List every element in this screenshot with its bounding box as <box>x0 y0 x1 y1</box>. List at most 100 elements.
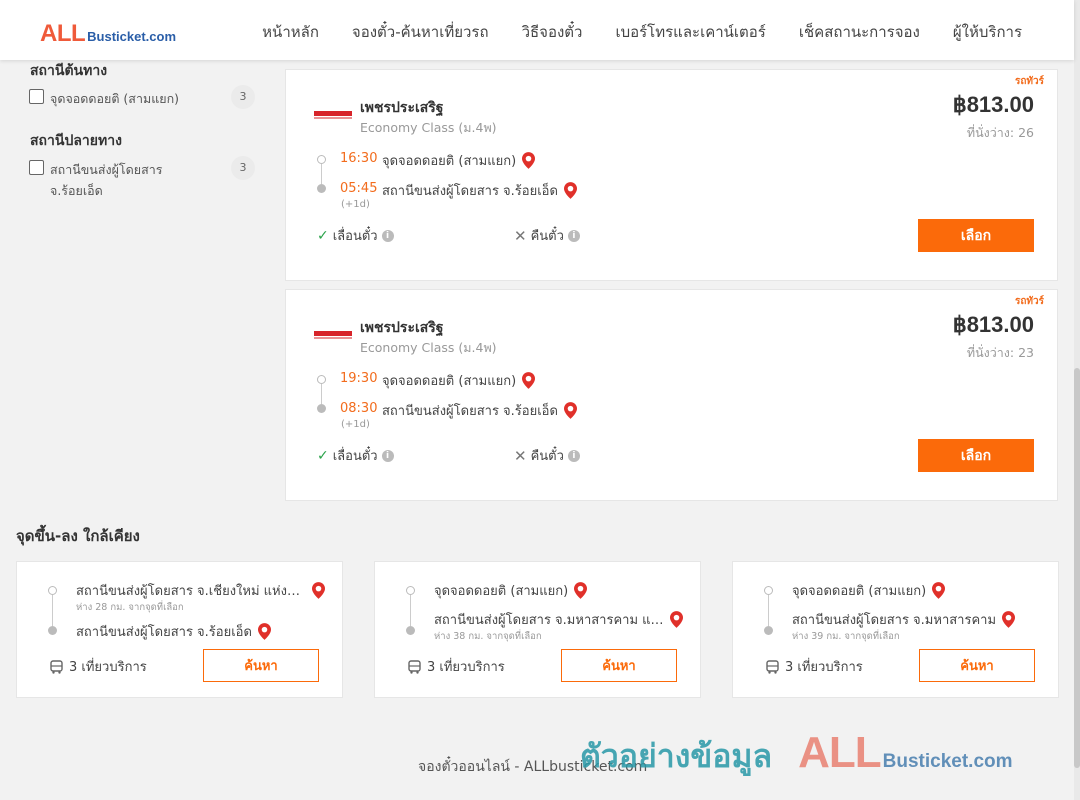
reschedule-label: เลื่อนตั๋ว <box>332 449 378 464</box>
nearby-trip-count-label: 3 เที่ยวบริการ <box>785 660 863 675</box>
logo-all-text: ALL <box>40 20 86 47</box>
map-pin-icon[interactable] <box>522 372 536 389</box>
nearby-search-button[interactable]: ค้นหา <box>561 649 677 682</box>
depart-stop: จุดจอดดอยติ (สามแยก) <box>382 150 536 171</box>
nearby-to-stop: สถานีขนส่งผู้โดยสาร จ.ร้อยเอ็ด <box>76 621 271 642</box>
arrive-stop: สถานีขนส่งผู้โดยสาร จ.ร้อยเอ็ด <box>382 180 577 201</box>
map-pin-icon[interactable] <box>574 582 588 599</box>
map-pin-icon[interactable] <box>932 582 946 599</box>
next-day-indicator: (+1d) <box>341 199 370 210</box>
info-icon[interactable]: i <box>381 229 394 242</box>
timeline-line <box>321 384 322 404</box>
nearby-to-name: สถานีขนส่งผู้โดยสาร จ.มหาสารคาม แห่งที่ … <box>434 613 664 628</box>
bus-icon <box>50 659 63 674</box>
reschedule-policy: ✓ เลื่อนตั๋ว i <box>317 225 394 246</box>
bus-class: Economy Class (ม.4พ) <box>360 340 497 355</box>
info-icon[interactable]: i <box>381 449 394 462</box>
watermark-thai-text: ตัวอย่างข้อมูล <box>580 737 773 775</box>
scrollbar-thumb[interactable] <box>1074 368 1080 768</box>
nav-book-search[interactable]: จองตั๋ว-ค้นหาเที่ยวรถ <box>352 20 489 44</box>
nearby-section-title: จุดขึ้น-ลง ใกล้เคียง <box>16 527 140 545</box>
nearby-search-button[interactable]: ค้นหา <box>919 649 1035 682</box>
site-logo[interactable]: ALL Busticket.com <box>40 20 176 48</box>
map-pin-icon[interactable] <box>312 582 325 599</box>
timeline-line <box>52 595 53 626</box>
timeline-end-dot <box>48 626 57 635</box>
select-trip-button[interactable]: เลือก <box>918 219 1034 252</box>
nearby-to-name: สถานีขนส่งผู้โดยสาร จ.ร้อยเอ็ด <box>76 625 252 640</box>
nearby-to-distance: ห่าง 39 กม. จากจุดที่เลือก <box>792 631 900 642</box>
operator-name: เพชรประเสริฐ <box>360 320 444 336</box>
arrive-stop: สถานีขนส่งผู้โดยสาร จ.ร้อยเอ็ด <box>382 400 577 421</box>
depart-time: 19:30 <box>340 371 378 386</box>
map-pin-icon[interactable] <box>522 152 536 169</box>
destination-option-count: 3 <box>231 156 255 180</box>
nav-phone-counters[interactable]: เบอร์โทรและเคาน์เตอร์ <box>615 20 765 44</box>
destination-checkbox[interactable] <box>29 160 44 175</box>
origin-checkbox[interactable] <box>29 89 44 104</box>
map-pin-icon[interactable] <box>1002 611 1016 628</box>
main-nav: หน้าหลัก จองตั๋ว-ค้นหาเที่ยวรถ วิธีจองตั… <box>262 20 1022 44</box>
bus-type-tag: รถทัวร์ <box>1014 76 1044 87</box>
nav-check-booking[interactable]: เช็คสถานะการจอง <box>799 20 920 44</box>
info-icon[interactable]: i <box>567 449 580 462</box>
timeline-end-dot <box>317 184 326 193</box>
depart-time: 16:30 <box>340 151 378 166</box>
nearby-trip-count: 3 เที่ยวบริการ <box>408 656 505 677</box>
trip-price: ฿813.00 <box>952 92 1034 117</box>
seats-available: ที่นั่งว่าง: 26 <box>966 125 1034 140</box>
nav-home[interactable]: หน้าหลัก <box>262 20 319 44</box>
map-pin-icon[interactable] <box>257 623 271 640</box>
cross-icon: ✕ <box>514 226 527 245</box>
bus-icon <box>766 659 779 674</box>
timeline-line <box>768 595 769 626</box>
refund-label: คืนตั๋ว <box>530 449 564 464</box>
nearby-search-button[interactable]: ค้นหา <box>203 649 319 682</box>
nearby-from-distance: ห่าง 28 กม. จากจุดที่เลือก <box>76 602 184 613</box>
nearby-route-card: จุดจอดดอยติ (สามแยก) สถานีขนส่งผู้โดยสาร… <box>732 561 1059 698</box>
timeline-end-dot <box>406 626 415 635</box>
arrive-time: 05:45 <box>340 181 378 196</box>
operator-logo-icon <box>314 331 352 339</box>
bus-type-tag: รถทัวร์ <box>1014 296 1044 307</box>
next-day-indicator: (+1d) <box>341 419 370 430</box>
nav-how-to-book[interactable]: วิธีจองตั๋ว <box>522 20 583 44</box>
destination-filter-title: สถานีปลายทาง <box>30 133 122 149</box>
sample-data-watermark: ตัวอย่างข้อมูล ALL Busticket.com <box>580 728 1013 782</box>
site-header: ALL Busticket.com หน้าหลัก จองตั๋ว-ค้นหา… <box>0 0 1074 60</box>
timeline-end-dot <box>317 404 326 413</box>
map-pin-icon[interactable] <box>563 402 577 419</box>
timeline-start-dot <box>48 586 57 595</box>
destination-option-label: สถานีขนส่งผู้โดยสาร จ.ร้อยเอ็ด <box>50 162 163 198</box>
timeline-line <box>410 595 411 626</box>
trip-price: ฿813.00 <box>952 312 1034 337</box>
origin-option-label: จุดจอดดอยติ (สามแยก) <box>50 91 180 106</box>
nearby-from-name: จุดจอดดอยติ (สามแยก) <box>792 584 927 599</box>
map-pin-icon[interactable] <box>563 182 577 199</box>
check-icon: ✓ <box>317 447 329 464</box>
bus-class: Economy Class (ม.4พ) <box>360 120 497 135</box>
select-trip-button[interactable]: เลือก <box>918 439 1034 472</box>
nearby-to-stop: สถานีขนส่งผู้โดยสาร จ.มหาสารคาม แห่งที่ … <box>434 609 683 630</box>
refund-label: คืนตั๋ว <box>530 229 564 244</box>
timeline-end-dot <box>764 626 773 635</box>
nearby-from-stop: สถานีขนส่งผู้โดยสาร จ.เชียงใหม่ แห่งที่ … <box>76 580 325 601</box>
info-icon[interactable]: i <box>567 229 580 242</box>
timeline-line <box>321 164 322 184</box>
nearby-from-stop: จุดจอดดอยติ (สามแยก) <box>434 580 588 601</box>
nearby-trip-count: 3 เที่ยวบริการ <box>50 656 147 677</box>
nav-operators[interactable]: ผู้ให้บริการ <box>953 20 1022 44</box>
page-scrollbar[interactable] <box>1074 0 1080 800</box>
trip-card: รถทัวร์ เพชรประเสริฐ Economy Class (ม.4พ… <box>285 69 1058 281</box>
map-pin-icon[interactable] <box>670 611 683 628</box>
reschedule-policy: ✓ เลื่อนตั๋ว i <box>317 445 394 466</box>
operator-name: เพชรประเสริฐ <box>360 100 444 116</box>
nearby-route-card: จุดจอดดอยติ (สามแยก) สถานีขนส่งผู้โดยสาร… <box>374 561 701 698</box>
refund-policy: ✕ คืนตั๋ว i <box>514 445 580 466</box>
logo-busticket-text: Busticket.com <box>87 29 177 44</box>
nearby-from-name: จุดจอดดอยติ (สามแยก) <box>434 584 569 599</box>
watermark-busticket-text: Busticket.com <box>882 751 1013 772</box>
depart-stop-name: จุดจอดดอยติ (สามแยก) <box>382 374 517 389</box>
refund-policy: ✕ คืนตั๋ว i <box>514 225 580 246</box>
arrive-time: 08:30 <box>340 401 378 416</box>
